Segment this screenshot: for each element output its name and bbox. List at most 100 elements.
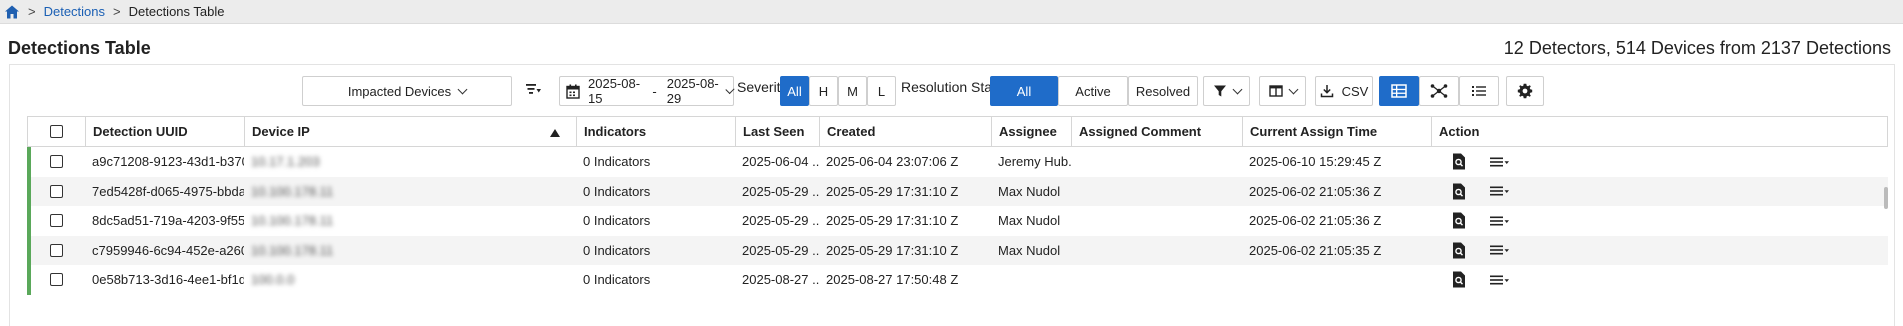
table-scrollbar[interactable] [1884,187,1888,209]
row-status-stripe [27,147,31,177]
table-view-icon [1391,84,1407,98]
resolution-all-button[interactable]: All [990,76,1058,106]
table-row[interactable]: 8dc5ad51-719a-4203-9f55-f... 10.100.178.… [27,206,1888,236]
cell-last-seen: 2025-05-29 ... [742,213,819,229]
select-all-checkbox[interactable] [50,125,63,138]
page-header: Detections Table 12 Detectors, 514 Devic… [0,30,1903,64]
column-header-action: Action [1439,124,1480,139]
severity-l-button[interactable]: L [867,76,896,106]
column-header-detection-uuid[interactable]: Detection UUID [86,117,245,146]
cell-assignee: Jeremy Hub... [998,154,1071,170]
cell-detection-uuid[interactable]: 7ed5428f-d065-4975-bbda-... [85,177,244,207]
column-header-assigned-comment[interactable]: Assigned Comment [1072,117,1243,146]
severity-all-label: All [787,83,802,99]
cell-action [1431,265,1544,295]
home-icon[interactable] [4,4,20,20]
row-actions-menu-icon[interactable] [1490,156,1510,168]
table-row[interactable]: 7ed5428f-d065-4975-bbda-... 10.100.178.1… [27,176,1888,207]
impacted-devices-dropdown[interactable]: Impacted Devices [302,76,512,106]
cell-last-seen: 2025-05-29 ... [742,242,819,258]
page-title: Detections Table [8,38,151,58]
gear-icon [1517,83,1533,99]
row-status-stripe [27,206,31,236]
row-checkbox[interactable] [49,184,63,198]
row-actions-menu-icon[interactable] [1490,185,1510,197]
cell-indicators: 0 Indicators [583,242,651,258]
inspect-document-icon[interactable] [1452,212,1466,229]
inspect-document-icon[interactable] [1452,271,1466,288]
cell-created: 2025-05-29 17:31:10 Z [826,242,959,258]
toolbar: Impacted Devices 2025-08-15 - 2025-08-29… [10,65,1894,109]
column-header-device-ip-label: Device IP [252,124,310,139]
select-all-cell [28,117,86,146]
column-header-last-seen[interactable]: Last Seen [736,117,820,146]
row-actions-menu-icon[interactable] [1490,244,1510,256]
breadcrumb: > Detections > Detections Table [0,0,1903,24]
cell-device-ip: 10.100.178.11 [244,236,576,266]
cell-assignee: Max Nudol [998,242,1061,258]
device-ip-value: 10.100.178.11 [251,183,334,199]
row-checkbox[interactable] [49,155,63,169]
columns-dropdown-button[interactable] [1259,76,1306,106]
filter-list-icon[interactable] [524,80,544,100]
severity-l-label: L [877,83,886,99]
row-checkbox[interactable] [49,214,63,228]
cell-created: 2025-08-27 17:50:48 Z [826,272,959,288]
cell-detection-uuid[interactable]: 0e58b713-3d16-4ee1-bf1d-... [85,265,244,295]
cell-current-assign-time [1242,265,1431,295]
sort-ascending-icon[interactable] [550,129,560,137]
filter-dropdown-button[interactable] [1203,76,1250,106]
cell-current-assign-time: 2025-06-02 21:05:36 Z [1249,183,1382,199]
device-ip-value: 10.100.178.11 [251,242,334,258]
breadcrumb-link-detections[interactable]: Detections [44,4,105,19]
column-header-created[interactable]: Created [820,117,992,146]
column-header-current-assign-time[interactable]: Current Assign Time [1243,117,1432,146]
column-header-assignee[interactable]: Assignee [992,117,1072,146]
cell-indicators: 0 Indicators [583,213,651,229]
inspect-document-icon[interactable] [1452,153,1466,170]
date-separator: - [652,83,657,99]
cell-action [1431,147,1544,177]
cell-assignee: Max Nudol [998,213,1061,229]
settings-button[interactable] [1506,76,1544,106]
table-view-button[interactable] [1379,76,1419,106]
severity-h-button[interactable]: H [809,76,838,106]
row-select-cell [27,177,85,207]
chevron-down-icon [725,84,735,94]
row-checkbox[interactable] [49,243,63,257]
column-header-device-ip[interactable]: Device IP [245,117,577,146]
cell-created: 2025-05-29 17:31:10 Z [826,213,959,229]
csv-download-button[interactable]: CSV [1315,76,1373,106]
cell-device-ip: 10.100.178.11 [244,206,576,236]
list-view-icon [1471,84,1487,98]
row-actions-menu-icon[interactable] [1490,274,1510,286]
severity-all-button[interactable]: All [780,76,809,106]
severity-h-label: H [818,83,829,99]
date-range-picker[interactable]: 2025-08-15 - 2025-08-29 [559,76,735,106]
row-actions-menu-icon[interactable] [1490,215,1510,227]
cell-current-assign-time: 2025-06-10 15:29:45 Z [1249,154,1382,170]
table-row[interactable]: 0e58b713-3d16-4ee1-bf1d-... 100.0.0 0 In… [27,265,1888,295]
cell-assigned-comment [1071,147,1242,177]
download-icon [1320,84,1334,98]
cell-detection-uuid[interactable]: 8dc5ad51-719a-4203-9f55-f... [85,206,244,236]
list-view-button[interactable] [1459,76,1499,106]
cell-last-seen: 2025-08-27 ... [742,272,819,288]
severity-m-button[interactable]: M [838,76,867,106]
cell-device-ip: 10.100.178.11 [244,177,576,207]
graph-view-button[interactable] [1419,76,1459,106]
inspect-document-icon[interactable] [1452,242,1466,259]
table-row[interactable]: c7959946-6c94-452e-a260-... 10.100.178.1… [27,235,1888,266]
cell-detection-uuid[interactable]: c7959946-6c94-452e-a260-... [85,236,244,266]
row-checkbox[interactable] [49,273,63,287]
cell-detection-uuid[interactable]: a9c71208-9123-43d1-b370-... [85,147,244,177]
calendar-icon [566,84,580,99]
inspect-document-icon[interactable] [1452,183,1466,200]
resolution-active-button[interactable]: Active [1058,76,1128,106]
cell-assigned-comment [1071,206,1242,236]
cell-action [1431,177,1544,207]
table-row[interactable]: a9c71208-9123-43d1-b370-... 10.17.1.203 … [27,147,1888,177]
chevron-down-icon [1288,84,1298,94]
resolution-resolved-button[interactable]: Resolved [1128,76,1198,106]
column-header-indicators[interactable]: Indicators [577,117,736,146]
